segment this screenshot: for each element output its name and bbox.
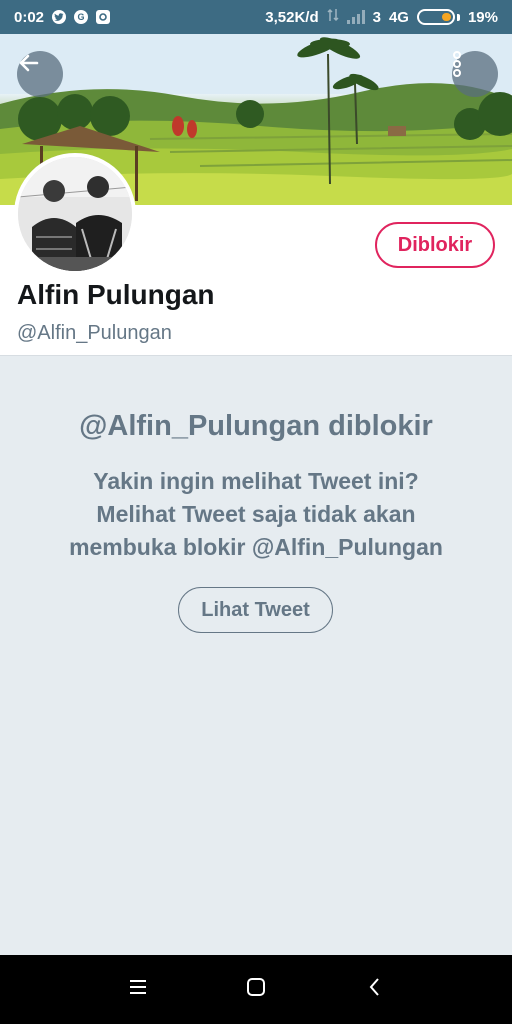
display-name: Alfin Pulungan xyxy=(17,279,215,310)
blocked-message: Yakin ingin melihat Tweet ini? Melihat T… xyxy=(30,465,482,564)
menu-icon xyxy=(129,979,147,1000)
app-icon xyxy=(96,10,111,24)
profile-header: Diblokir Alfin Pulungan @Alfin_Pulungan xyxy=(0,153,512,356)
battery-tip xyxy=(456,13,460,21)
home-square-icon xyxy=(246,977,266,1002)
view-tweets-button[interactable]: Lihat Tweet xyxy=(178,587,333,633)
sim-label: 3 xyxy=(372,8,381,26)
more-options-button[interactable] xyxy=(452,51,498,97)
status-right: 3,52K/d 3 4G 19% xyxy=(265,8,498,26)
home-button[interactable] xyxy=(236,970,276,1010)
blocked-message-line-2: Melihat Tweet saja tidak akan xyxy=(96,501,416,527)
network-speed: 3,52K/d xyxy=(265,8,319,26)
back-button[interactable] xyxy=(17,51,63,97)
blocked-button[interactable]: Diblokir xyxy=(375,222,495,268)
signal-icon xyxy=(346,10,365,24)
battery-icon xyxy=(416,9,455,25)
twitter-icon xyxy=(52,10,67,24)
blocked-message-line-1: Yakin ingin melihat Tweet ini? xyxy=(93,468,419,494)
user-handle: @Alfin_Pulungan xyxy=(17,322,172,344)
avatar-photo xyxy=(18,157,132,271)
system-back-button[interactable] xyxy=(354,970,394,1010)
blocked-title: @Alfin_Pulungan diblokir xyxy=(79,410,433,442)
status-left: 0:02 G xyxy=(14,8,111,26)
data-arrows-icon xyxy=(327,8,339,26)
avatar[interactable] xyxy=(14,153,136,275)
network-type: 4G xyxy=(388,8,409,26)
recent-apps-button[interactable] xyxy=(118,970,158,1010)
system-nav-bar xyxy=(0,955,512,1024)
blocked-message-line-3: membuka blokir @Alfin_Pulungan xyxy=(69,534,443,560)
status-time: 0:02 xyxy=(14,8,45,26)
blocked-notice: @Alfin_Pulungan diblokir Yakin ingin mel… xyxy=(0,357,512,955)
back-chevron-icon xyxy=(368,977,380,1002)
battery-percent: 19% xyxy=(467,8,498,26)
google-icon: G xyxy=(74,10,89,24)
status-bar: 0:02 G 3,52K/d 3 4G 19% xyxy=(0,0,512,34)
